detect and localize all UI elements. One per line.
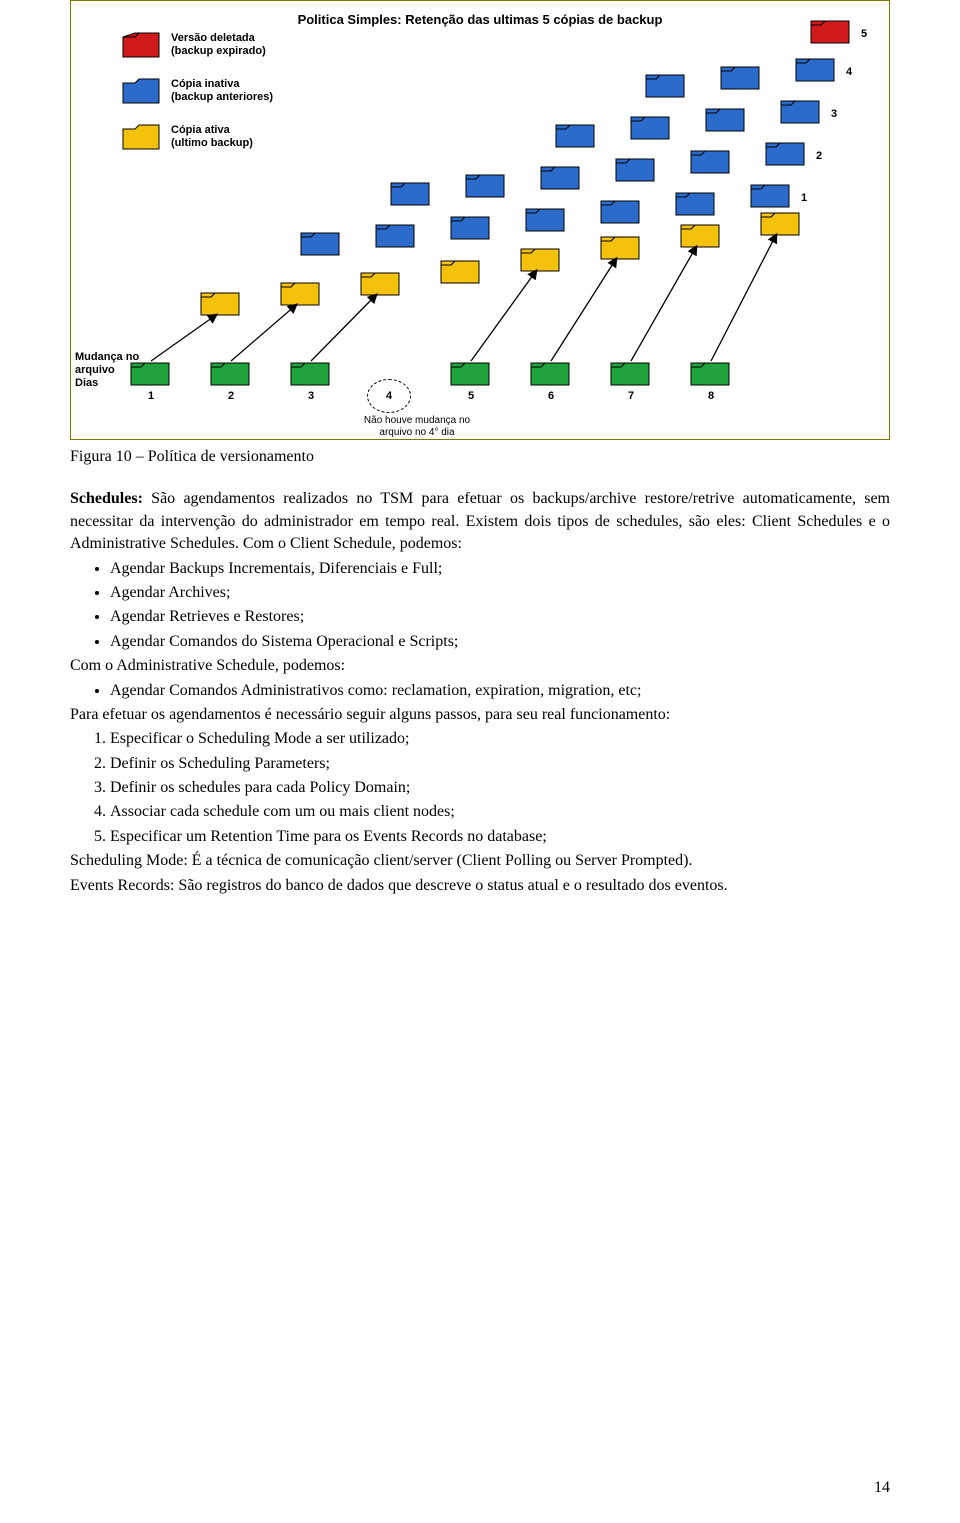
para-schedules: Schedules: São agendamentos realizados n…	[70, 488, 890, 555]
day-2: 2	[201, 389, 261, 404]
step: Especificar um Retention Time para os Ev…	[110, 826, 890, 848]
folder-icon-red	[121, 31, 161, 59]
legend-active-l1: Cópia ativa	[171, 124, 230, 136]
day-4: 4	[359, 389, 419, 404]
folder-icon-blue	[121, 77, 161, 105]
diagram-legend: Versão deletada(backup expirado) Cópia i…	[121, 31, 273, 169]
legend-inactive: Cópia inativa(backup anteriores)	[121, 77, 273, 105]
body-text: Schedules: São agendamentos realizados n…	[70, 488, 890, 897]
row-num-2: 2	[816, 149, 822, 164]
legend-inactive-l1: Cópia inativa	[171, 78, 239, 90]
legend-deleted: Versão deletada(backup expirado)	[121, 31, 273, 59]
steps-list: Especificar o Scheduling Mode a ser util…	[110, 728, 890, 848]
legend-active: Cópia ativa(ultimo backup)	[121, 123, 273, 151]
bullet: Agendar Archives;	[110, 582, 890, 604]
folder-icon-yellow	[121, 123, 161, 151]
sched-mode: Scheduling Mode: É a técnica de comunica…	[70, 850, 890, 872]
day-8: 8	[681, 389, 741, 404]
diagram-title: Politica Simples: Retenção das ultimas 5…	[298, 11, 663, 29]
admin-intro: Com o Administrative Schedule, podemos:	[70, 655, 890, 677]
row-num-1: 1	[801, 191, 807, 206]
legend-deleted-l2: (backup expirado)	[171, 45, 266, 57]
steps-intro: Para efetuar os agendamentos é necessári…	[70, 704, 890, 726]
bullet: Agendar Comandos Administrativos como: r…	[110, 680, 890, 702]
axis-label: Mudança no arquivo Dias	[75, 351, 139, 391]
legend-deleted-l1: Versão deletada	[171, 32, 255, 44]
bullet: Agendar Comandos do Sistema Operacional …	[110, 631, 890, 653]
schedules-text: São agendamentos realizados no TSM para …	[70, 490, 890, 552]
day-6: 6	[521, 389, 581, 404]
row-num-3: 3	[831, 107, 837, 122]
day-3: 3	[281, 389, 341, 404]
step: Definir os Scheduling Parameters;	[110, 753, 890, 775]
day-1: 1	[121, 389, 181, 404]
day-7: 7	[601, 389, 661, 404]
row-num-4: 4	[846, 65, 852, 80]
page-number: 14	[874, 1477, 890, 1499]
legend-inactive-l2: (backup anteriores)	[171, 91, 273, 103]
row-num-5: 5	[861, 27, 867, 42]
bullet: Agendar Retrieves e Restores;	[110, 606, 890, 628]
admin-bullets: Agendar Comandos Administrativos como: r…	[110, 680, 890, 702]
schedules-label: Schedules:	[70, 490, 143, 507]
client-bullets: Agendar Backups Incrementais, Diferencia…	[110, 558, 890, 654]
step: Associar cada schedule com um ou mais cl…	[110, 801, 890, 823]
diagram-container: Politica Simples: Retenção das ultimas 5…	[70, 0, 890, 440]
diagram-footnote: Não houve mudança no arquivo no 4° dia	[347, 415, 487, 439]
day-5: 5	[441, 389, 501, 404]
step: Definir os schedules para cada Policy Do…	[110, 777, 890, 799]
figure-caption: Figura 10 – Política de versionamento	[70, 446, 890, 468]
events-records: Events Records: São registros do banco d…	[70, 875, 890, 897]
bullet: Agendar Backups Incrementais, Diferencia…	[110, 558, 890, 580]
legend-active-l2: (ultimo backup)	[171, 137, 253, 149]
step: Especificar o Scheduling Mode a ser util…	[110, 728, 890, 750]
